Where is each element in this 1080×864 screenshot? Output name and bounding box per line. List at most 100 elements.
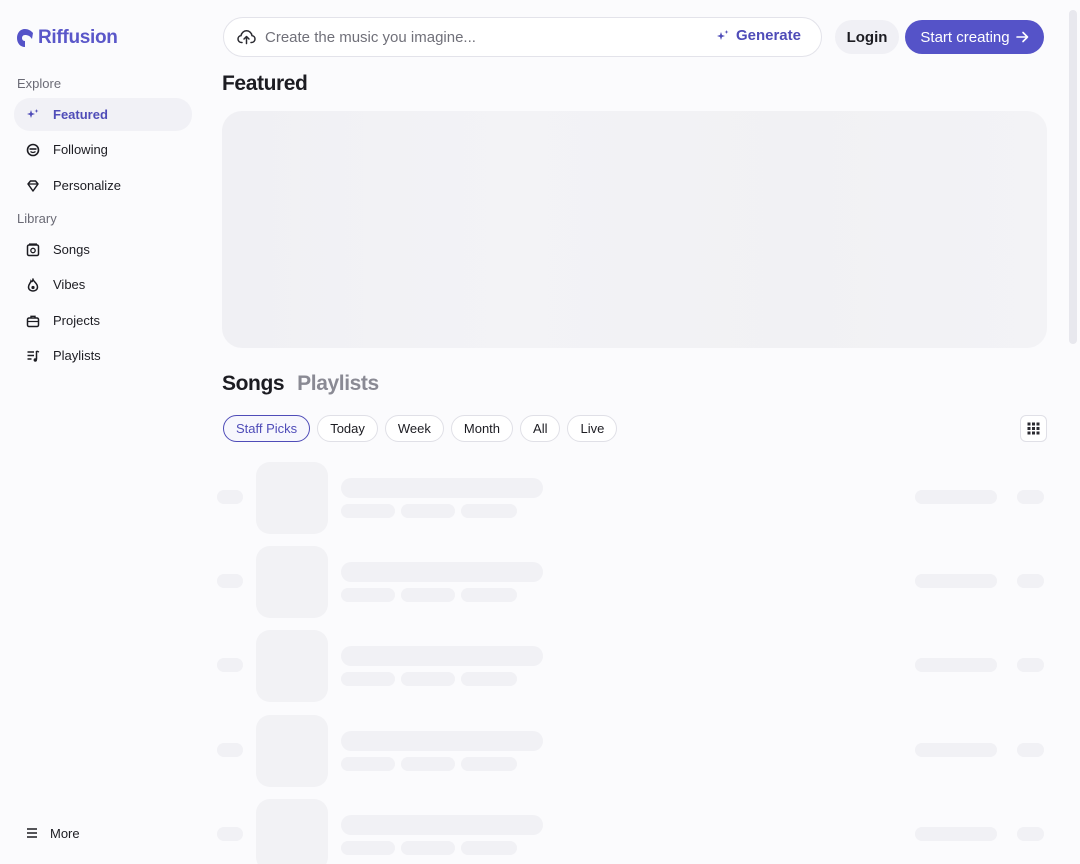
- song-row-skeleton: [215, 630, 1045, 702]
- grid-view-button[interactable]: [1020, 415, 1047, 442]
- sidebar-item-label: Vibes: [53, 277, 86, 292]
- skeleton-duration: [1017, 827, 1044, 841]
- skeleton-thumbnail: [256, 462, 328, 534]
- featured-title: Featured: [222, 72, 308, 95]
- scrollbar-thumb[interactable]: [1069, 10, 1077, 344]
- library-section-label: Library: [17, 211, 57, 226]
- arrow-right-icon: [1015, 31, 1029, 43]
- skeleton-tag: [401, 504, 455, 518]
- skeleton-tag: [401, 588, 455, 602]
- filter-chips: Staff Picks Today Week Month All Live: [223, 415, 618, 442]
- sidebar-item-featured[interactable]: Featured: [14, 98, 192, 131]
- filter-staff-picks[interactable]: Staff Picks: [223, 415, 311, 442]
- sidebar-item-label: Featured: [53, 107, 108, 122]
- skeleton-title: [341, 478, 543, 498]
- skeleton-duration: [1017, 658, 1044, 672]
- skeleton-tag: [401, 757, 455, 771]
- skeleton-rank: [217, 490, 243, 504]
- filter-live[interactable]: Live: [567, 415, 618, 442]
- login-button[interactable]: Login: [835, 20, 899, 54]
- prompt-bar: Generate: [223, 17, 822, 57]
- song-row-skeleton: [215, 546, 1045, 618]
- sidebar-item-label: Projects: [53, 313, 100, 328]
- skeleton-tag: [341, 757, 395, 771]
- explore-section-label: Explore: [17, 76, 62, 91]
- skeleton-title: [341, 562, 543, 582]
- skeleton-meta: [915, 574, 997, 588]
- menu-icon: [26, 827, 38, 839]
- skeleton-tag: [341, 504, 395, 518]
- skeleton-thumbnail: [256, 715, 328, 787]
- sidebar-item-personalize[interactable]: Personalize: [14, 169, 192, 202]
- sidebar-item-label: Personalize: [53, 178, 121, 193]
- filter-week[interactable]: Week: [384, 415, 444, 442]
- song-row-skeleton: [215, 462, 1045, 534]
- sidebar-item-label: Playlists: [53, 348, 101, 363]
- gem-icon: [26, 179, 40, 193]
- skeleton-duration: [1017, 743, 1044, 757]
- sidebar-item-projects[interactable]: Projects: [14, 304, 192, 337]
- sidebar-item-label: Following: [53, 142, 108, 157]
- sidebar-item-songs[interactable]: Songs: [14, 233, 192, 266]
- skeleton-duration: [1017, 490, 1044, 504]
- generate-label: Generate: [735, 27, 801, 44]
- start-creating-label: Start creating: [920, 28, 1010, 46]
- sidebar: Riffusion Explore Featured Following Per…: [0, 0, 206, 864]
- skeleton-tag: [461, 504, 517, 518]
- grid-icon: [1027, 422, 1040, 435]
- filter-today[interactable]: Today: [317, 415, 378, 442]
- app-name: Riffusion: [38, 27, 118, 48]
- skeleton-title: [341, 646, 543, 666]
- sidebar-item-playlists[interactable]: Playlists: [14, 339, 192, 372]
- sparkle-icon: [716, 29, 730, 43]
- skeleton-rank: [217, 658, 243, 672]
- skeleton-tag: [341, 588, 395, 602]
- skeleton-duration: [1017, 574, 1044, 588]
- riffusion-logo-icon: [17, 29, 33, 47]
- song-row-skeleton: [215, 715, 1045, 787]
- sparkle-icon: [26, 108, 40, 122]
- skeleton-tag: [461, 757, 517, 771]
- tab-songs[interactable]: Songs: [222, 372, 285, 396]
- playlist-icon: [26, 349, 40, 363]
- generate-button[interactable]: Generate: [716, 27, 801, 44]
- skeleton-title: [341, 815, 543, 835]
- tab-playlists[interactable]: Playlists: [297, 372, 379, 396]
- skeleton-rank: [217, 827, 243, 841]
- skeleton-rank: [217, 743, 243, 757]
- song-row-skeleton: [215, 799, 1045, 864]
- skeleton-title: [341, 731, 543, 751]
- skeleton-tag: [341, 841, 395, 855]
- skeleton-meta: [915, 827, 997, 841]
- sidebar-item-label: Songs: [53, 242, 90, 257]
- filter-all[interactable]: All: [520, 415, 561, 442]
- more-button[interactable]: More: [26, 822, 80, 844]
- sidebar-item-vibes[interactable]: Vibes: [14, 268, 192, 301]
- skeleton-meta: [915, 743, 997, 757]
- skeleton-meta: [915, 658, 997, 672]
- skeleton-tag: [401, 841, 455, 855]
- start-creating-button[interactable]: Start creating: [905, 20, 1044, 54]
- skeleton-tag: [341, 672, 395, 686]
- skeleton-thumbnail: [256, 630, 328, 702]
- skeleton-meta: [915, 490, 997, 504]
- cloud-upload-icon[interactable]: [237, 29, 256, 45]
- flame-icon: [26, 277, 40, 292]
- logo[interactable]: Riffusion: [16, 26, 118, 50]
- skeleton-rank: [217, 574, 243, 588]
- briefcase-icon: [26, 314, 40, 328]
- page-scrollbar[interactable]: [1066, 0, 1080, 864]
- skeleton-tag: [461, 672, 517, 686]
- skeleton-tag: [401, 672, 455, 686]
- sidebar-item-following[interactable]: Following: [14, 133, 192, 166]
- prompt-input[interactable]: [265, 28, 695, 46]
- smile-icon: [26, 143, 40, 157]
- skeleton-tag: [461, 841, 517, 855]
- skeleton-tag: [461, 588, 517, 602]
- more-label: More: [50, 825, 80, 841]
- album-icon: [26, 242, 40, 257]
- content-tabs: Songs Playlists: [222, 372, 379, 396]
- featured-carousel-placeholder: [222, 111, 1047, 348]
- filter-month[interactable]: Month: [450, 415, 514, 442]
- skeleton-thumbnail: [256, 546, 328, 618]
